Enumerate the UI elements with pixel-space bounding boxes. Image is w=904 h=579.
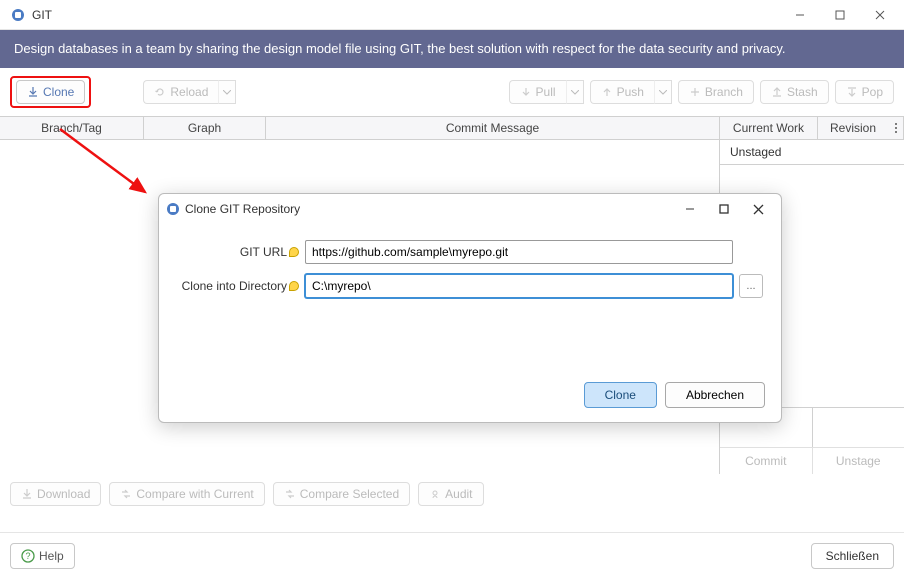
col-graph[interactable]: Graph [144,117,266,139]
maximize-button[interactable] [820,0,860,30]
compare-selected-button[interactable]: Compare Selected [273,482,410,506]
help-label: Help [39,549,64,563]
pop-label: Pop [862,85,883,99]
svg-text:?: ? [25,551,30,561]
close-button[interactable] [860,0,900,30]
push-label: Push [617,85,644,99]
git-url-label: GIT URL [177,245,305,259]
push-dropdown[interactable] [654,80,672,104]
minimize-button[interactable] [780,0,820,30]
dialog-cancel-button[interactable]: Abbrechen [665,382,765,408]
hint-icon [289,281,299,291]
col-commit-message[interactable]: Commit Message [266,117,720,139]
audit-button[interactable]: Audit [418,482,483,506]
download-icon [27,86,39,98]
download-icon [21,488,33,500]
directory-label: Clone into Directory [177,279,305,293]
dialog-body: GIT URL Clone into Directory ... [159,224,781,324]
col-branch[interactable]: Branch/Tag [0,117,144,139]
app-icon [10,7,26,23]
help-button[interactable]: ? Help [10,543,75,569]
push-button[interactable]: Push [590,80,654,104]
push-icon [601,86,613,98]
audit-icon [429,488,441,500]
footer: ? Help Schließen [0,532,904,579]
push-split-button: Push [590,80,672,104]
clone-highlight-annotation: Clone [10,76,91,108]
directory-row: Clone into Directory ... [177,274,763,298]
plus-icon [689,86,701,98]
info-banner: Design databases in a team by sharing th… [0,30,904,68]
main-toolbar: Clone Reload Pull Push Branch Stash Pop [0,68,904,116]
window-titlebar: GIT [0,0,904,30]
dialog-close-button[interactable] [741,195,775,223]
window-title: GIT [32,8,780,22]
col-current-work[interactable]: Current Work [720,117,818,139]
reload-icon [154,86,166,98]
column-headers: Branch/Tag Graph Commit Message Current … [0,116,904,140]
compare-current-label: Compare with Current [136,487,253,501]
pull-split-button: Pull [509,80,584,104]
compare-current-button[interactable]: Compare with Current [109,482,264,506]
audit-label: Audit [445,487,472,501]
pop-icon [846,86,858,98]
pull-dropdown[interactable] [566,80,584,104]
dialog-titlebar: Clone GIT Repository [159,194,781,224]
unstage-button[interactable]: Unstage [813,448,904,474]
clone-button[interactable]: Clone [16,80,85,104]
close-main-button[interactable]: Schließen [811,543,894,569]
clone-dialog: Clone GIT Repository GIT URL Clone into … [158,193,782,423]
hint-icon [289,247,299,257]
bottom-toolbar: Download Compare with Current Compare Se… [0,474,904,514]
directory-input[interactable] [305,274,733,298]
stash-button[interactable]: Stash [760,80,829,104]
compare-icon [120,488,132,500]
dialog-title: Clone GIT Repository [181,202,673,216]
pull-icon [520,86,532,98]
download-label: Download [37,487,90,501]
pop-button[interactable]: Pop [835,80,894,104]
reload-dropdown[interactable] [218,80,236,104]
stage-buttons: Commit Unstage [720,447,904,474]
dialog-clone-button[interactable]: Clone [584,382,657,408]
reload-split-button: Reload [143,80,236,104]
download-button[interactable]: Download [10,482,101,506]
git-url-input[interactable] [305,240,733,264]
dialog-app-icon [165,201,181,217]
col-revision[interactable]: Revision [818,117,888,139]
pull-button[interactable]: Pull [509,80,566,104]
git-url-row: GIT URL [177,240,763,264]
branch-label: Branch [705,85,743,99]
commit-button[interactable]: Commit [720,448,813,474]
branch-button[interactable]: Branch [678,80,754,104]
clone-label: Clone [43,85,74,99]
unstaged-header[interactable]: Unstaged [720,140,904,165]
compare-icon [284,488,296,500]
browse-button[interactable]: ... [739,274,763,298]
compare-selected-label: Compare Selected [300,487,399,501]
reload-button[interactable]: Reload [143,80,218,104]
dialog-footer: Clone Abbrechen [159,372,781,422]
stash-label: Stash [787,85,818,99]
dialog-minimize-button[interactable] [673,195,707,223]
reload-label: Reload [170,85,208,99]
pull-label: Pull [536,85,556,99]
dialog-maximize-button[interactable] [707,195,741,223]
col-more-icon[interactable] [888,117,904,139]
help-icon: ? [21,549,35,563]
stash-icon [771,86,783,98]
